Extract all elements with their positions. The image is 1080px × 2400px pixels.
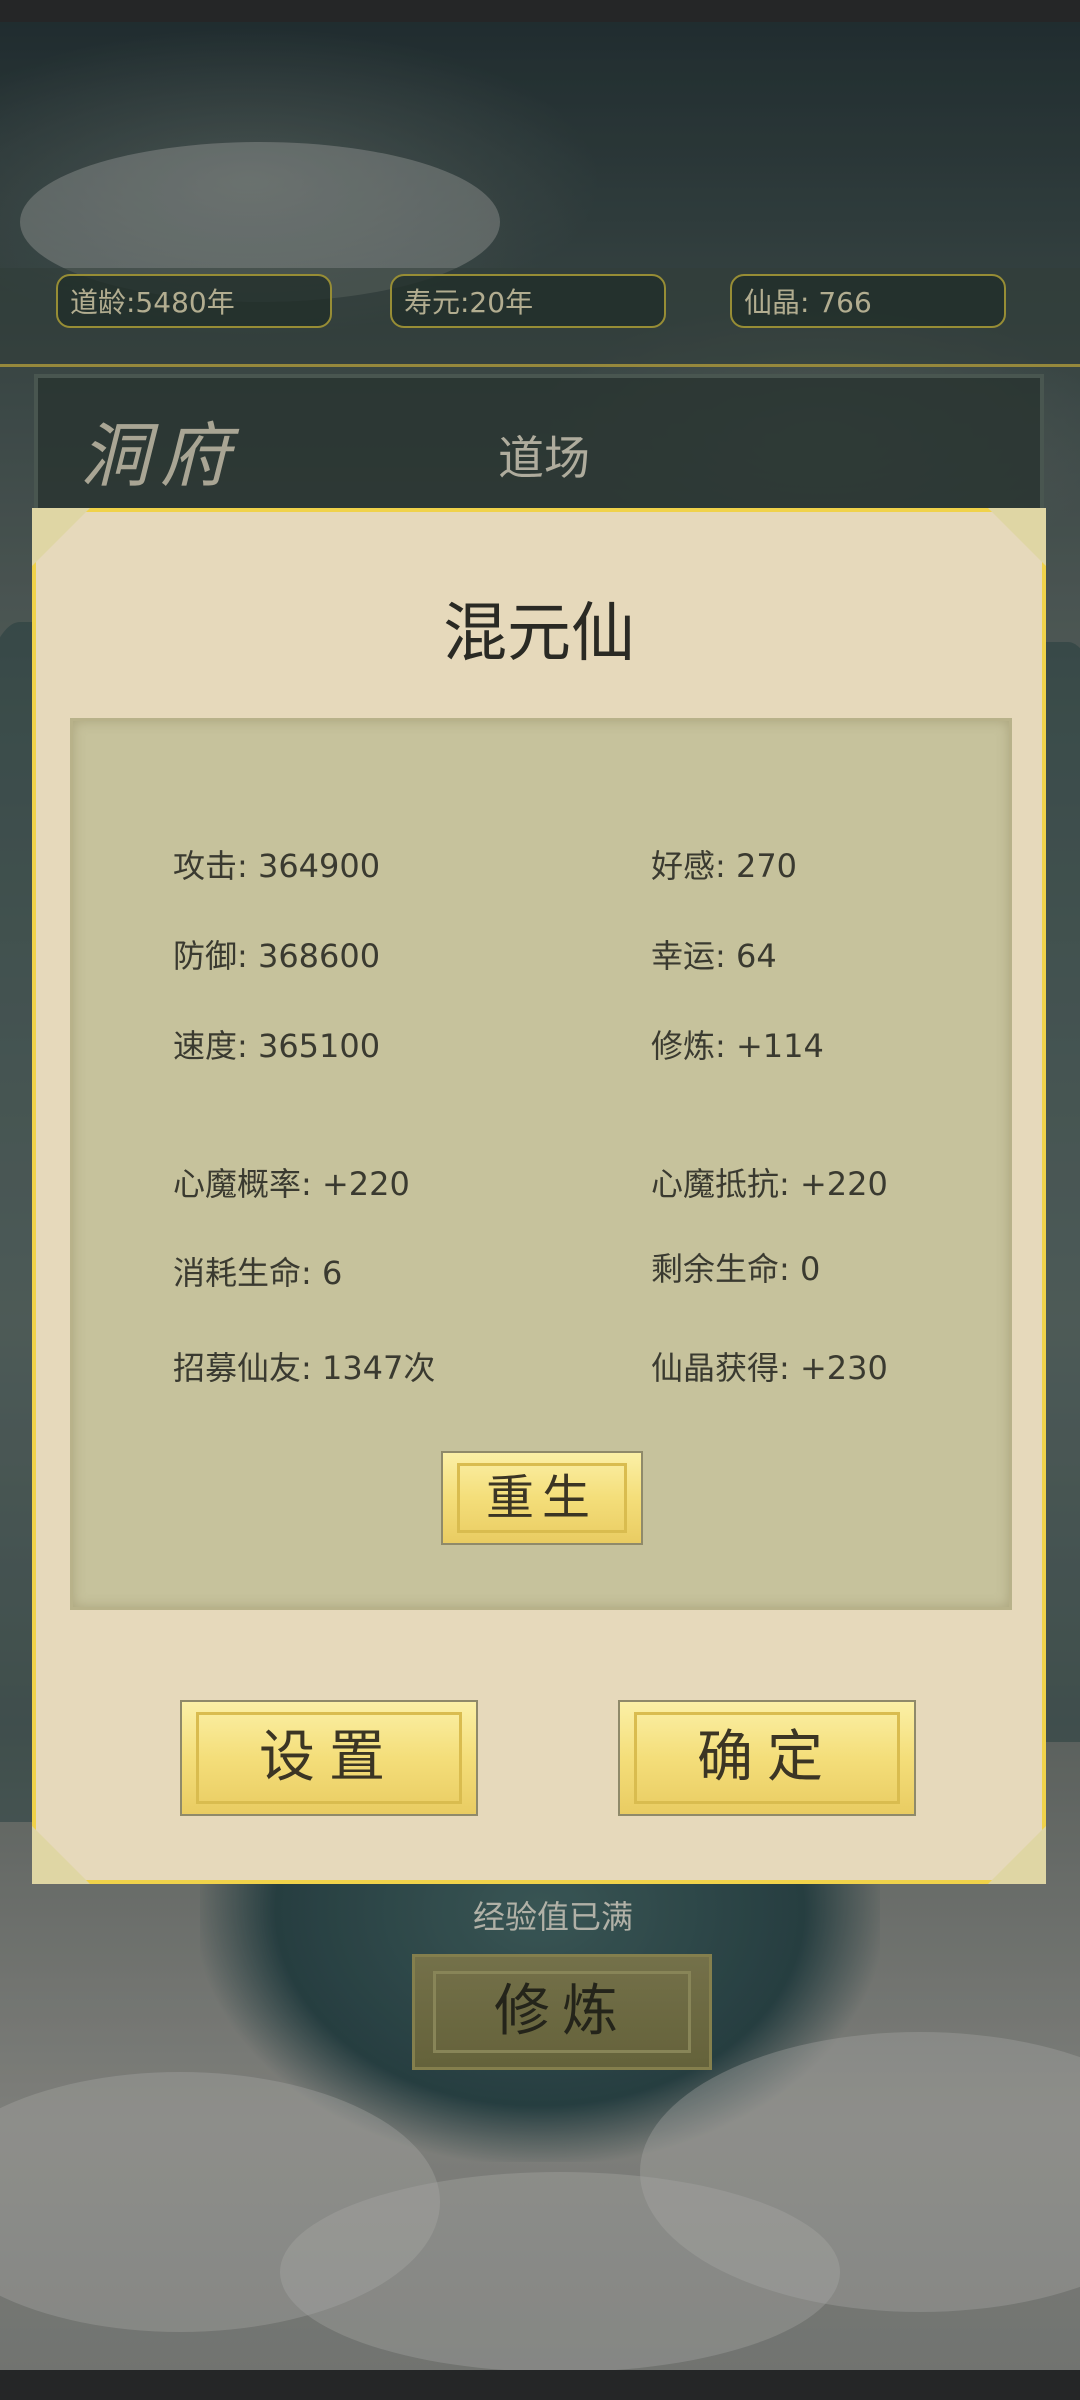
confirm-button[interactable]: 确定 — [618, 1700, 916, 1816]
demon-chance-stat: 心魔概率: +220 — [173, 1165, 410, 1203]
character-dialog: 混元仙 攻击: 364900 好感: 270 防御: 368600 幸运: 64… — [32, 508, 1046, 1884]
corner-decoration — [988, 1826, 1046, 1884]
settings-button-label: 设置 — [259, 1725, 399, 1790]
corner-decoration — [32, 508, 90, 566]
rebirth-button[interactable]: 重生 — [441, 1451, 643, 1545]
life-remaining-stat: 剩余生命: 0 — [651, 1250, 821, 1288]
settings-button[interactable]: 设置 — [180, 1700, 478, 1816]
crystal-gain-stat: 仙晶获得: +230 — [651, 1349, 888, 1387]
confirm-button-label: 确定 — [697, 1725, 837, 1790]
luck-stat: 幸运: 64 — [651, 937, 777, 975]
corner-decoration — [988, 508, 1046, 566]
defense-stat: 防御: 368600 — [173, 937, 381, 975]
life-consumed-stat: 消耗生命: 6 — [173, 1254, 343, 1292]
dialog-title: 混元仙 — [443, 597, 635, 671]
rebirth-button-label: 重生 — [485, 1470, 598, 1526]
favor-stat: 好感: 270 — [651, 847, 798, 885]
cultivation-stat: 修炼: +114 — [651, 1027, 824, 1065]
stats-panel: 攻击: 364900 好感: 270 防御: 368600 幸运: 64 速度:… — [70, 718, 1012, 1610]
corner-decoration — [32, 1826, 90, 1884]
attack-stat: 攻击: 364900 — [173, 847, 381, 885]
speed-stat: 速度: 365100 — [173, 1027, 381, 1065]
recruit-count-stat: 招募仙友: 1347次 — [173, 1349, 436, 1387]
demon-resist-stat: 心魔抵抗: +220 — [651, 1165, 888, 1203]
